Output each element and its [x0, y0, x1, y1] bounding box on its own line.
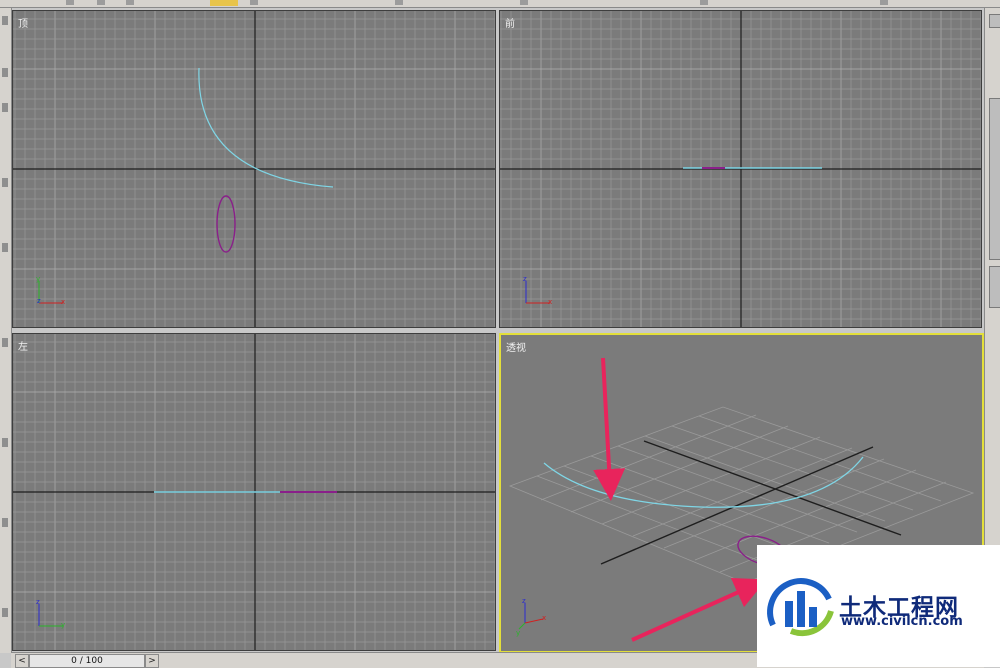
left-tool-icon[interactable] — [2, 243, 8, 252]
selected-tool-button[interactable] — [210, 0, 238, 6]
time-slider[interactable]: 0 / 100 — [29, 654, 145, 668]
toolbar-button[interactable] — [520, 0, 528, 5]
command-panel-tab[interactable] — [989, 14, 1000, 28]
ellipse-shape[interactable] — [216, 195, 236, 253]
time-next-button[interactable]: > — [145, 654, 159, 668]
toolbar-button[interactable] — [700, 0, 708, 5]
command-panel-rollout[interactable] — [989, 98, 1000, 260]
main-toolbar-strip — [0, 0, 1000, 8]
viewport-label[interactable]: 顶 — [18, 15, 28, 30]
axis-y-label: y — [516, 629, 520, 637]
left-toolbar — [0, 8, 12, 653]
toolbar-button[interactable] — [250, 0, 258, 5]
viewport-label[interactable]: 前 — [505, 15, 515, 30]
viewport-front-canvas — [500, 11, 981, 327]
time-slider-position: 0 / 100 — [71, 656, 103, 666]
axis-y-label: y — [61, 621, 65, 629]
viewport-front[interactable]: 前 z x — [499, 10, 982, 328]
axis-tripod: z y — [36, 598, 65, 629]
toolbar-button[interactable] — [126, 0, 134, 5]
viewport-top-canvas — [13, 11, 495, 327]
axis-z-label: z — [36, 598, 40, 606]
viewport-label[interactable]: 透视 — [506, 339, 526, 354]
axis-tripod: y x z — [36, 275, 65, 306]
command-panel-rollout[interactable] — [989, 266, 1000, 308]
axis-y-label: y — [36, 275, 40, 283]
civilcn-logo-icon — [767, 578, 834, 637]
viewport-left[interactable]: 左 z y — [12, 333, 496, 651]
viewport-grid — [13, 11, 495, 327]
viewport-top[interactable]: 顶 y x z — [12, 10, 496, 328]
axis-x-label: x — [61, 298, 65, 306]
time-prev-button[interactable]: < — [15, 654, 29, 668]
left-tool-icon[interactable] — [2, 338, 8, 347]
watermark-url: www.civilcn.com — [841, 614, 963, 629]
toolbar-button[interactable] — [97, 0, 105, 5]
arc-shape[interactable] — [543, 456, 864, 508]
viewport-label[interactable]: 左 — [18, 338, 28, 353]
left-tool-icon[interactable] — [2, 103, 8, 112]
viewport-grid — [500, 11, 981, 327]
axis-z-label: z — [523, 275, 527, 283]
watermark-logo: 土木工程网 www.civilcn.com — [757, 545, 1000, 667]
toolbar-button[interactable] — [880, 0, 888, 5]
axis-tripod: z x — [523, 275, 552, 306]
axis-z-label: z — [522, 597, 526, 605]
left-tool-icon[interactable] — [2, 608, 8, 617]
toolbar-button[interactable] — [395, 0, 403, 5]
viewport-left-canvas — [13, 334, 495, 650]
axis-x-label: x — [542, 614, 546, 622]
axis-z-label: z — [37, 297, 41, 305]
left-tool-icon[interactable] — [2, 518, 8, 527]
axis-x-label: x — [548, 298, 552, 306]
axis-tripod: z x y — [516, 597, 546, 637]
left-tool-icon[interactable] — [2, 438, 8, 447]
left-tool-icon[interactable] — [2, 178, 8, 187]
toolbar-button[interactable] — [66, 0, 74, 5]
left-tool-icon[interactable] — [2, 68, 8, 77]
left-tool-icon[interactable] — [2, 16, 8, 25]
